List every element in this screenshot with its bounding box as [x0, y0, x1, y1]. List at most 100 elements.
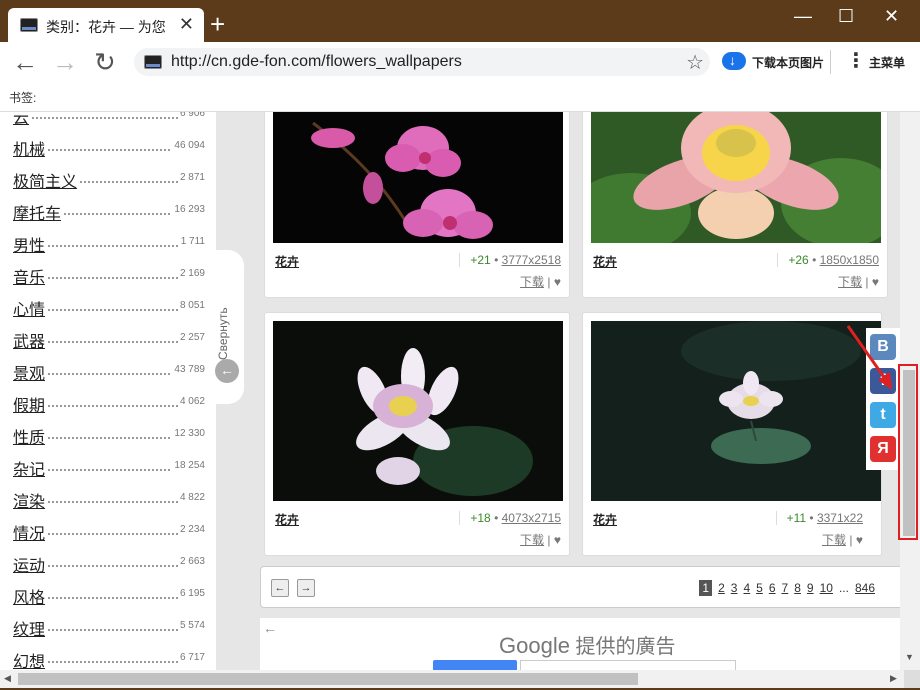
sidebar-category[interactable]: 景观 43 789	[13, 360, 205, 384]
card-category-link[interactable]: 花卉	[593, 511, 617, 528]
page-link[interactable]: 3	[731, 581, 738, 595]
page-link[interactable]: 2	[718, 581, 725, 595]
card-resolution-link[interactable]: 4073x2715	[502, 511, 561, 525]
actions-separator: |	[547, 533, 551, 547]
sidebar-category[interactable]: 风格 6 195	[13, 584, 205, 608]
new-tab-button[interactable]: +	[210, 10, 225, 38]
wallpaper-thumbnail[interactable]	[591, 321, 881, 501]
scroll-left-icon[interactable]: ◀	[4, 673, 11, 684]
url-text[interactable]: http://cn.gde-fon.com/flowers_wallpapers	[171, 53, 462, 71]
wallpaper-thumbnail[interactable]	[273, 112, 563, 243]
card-resolution-link[interactable]: 3777x2518	[502, 253, 561, 267]
ad-back-icon[interactable]: ←	[263, 620, 277, 636]
page-link[interactable]: 4	[743, 581, 750, 595]
wallpaper-card[interactable]: 花卉 +18 • 4073x2715 下载 | ♥	[264, 312, 570, 556]
page-links: 1 2 3 4 5 6 7 8 9 10... 846	[693, 580, 875, 596]
sidebar-category[interactable]: 幻想 6 717	[13, 648, 205, 670]
sidebar-category[interactable]: 男性 1 711	[13, 232, 205, 256]
category-link[interactable]: 渲染	[13, 488, 48, 512]
heart-icon[interactable]: ♥	[554, 533, 561, 547]
sidebar-category[interactable]: 假期 4 062	[13, 392, 205, 416]
category-link[interactable]: 机械	[13, 136, 48, 160]
sidebar-category[interactable]: 武器 2 257	[13, 328, 205, 352]
bookmark-star-icon[interactable]: ☆	[686, 50, 704, 75]
card-category-link[interactable]: 花卉	[275, 511, 299, 528]
category-link[interactable]: 纹理	[13, 616, 48, 640]
card-download-link[interactable]: 下载	[520, 275, 544, 289]
category-link[interactable]: 摩托车	[13, 200, 64, 224]
card-category-link[interactable]: 花卉	[593, 253, 617, 270]
category-link[interactable]: 极简主义	[13, 168, 80, 192]
sidebar-category[interactable]: 情况 2 234	[13, 520, 205, 544]
scroll-right-icon[interactable]: ▶	[890, 673, 897, 684]
category-link[interactable]: 心情	[13, 296, 48, 320]
category-link[interactable]: 武器	[13, 328, 48, 352]
horizontal-scrollbar[interactable]: ◀ ▶	[0, 670, 904, 688]
category-link[interactable]: 性质	[13, 424, 48, 448]
card-actions: 下载 | ♥	[822, 531, 863, 548]
next-page-button[interactable]: →	[297, 579, 315, 597]
category-link[interactable]: 云	[13, 112, 32, 128]
close-window-button[interactable]: ✕	[884, 6, 899, 27]
category-link[interactable]: 音乐	[13, 264, 48, 288]
collapse-arrow-icon[interactable]: ←	[215, 359, 239, 383]
wallpaper-thumbnail[interactable]	[273, 321, 563, 501]
page-link[interactable]: 5	[756, 581, 763, 595]
wallpaper-card[interactable]: 花卉 +21 • 3777x2518 下载 | ♥	[264, 112, 570, 298]
category-link[interactable]: 杂记	[13, 456, 48, 480]
page-link[interactable]: 8	[794, 581, 801, 595]
card-download-link[interactable]: 下载	[520, 533, 544, 547]
forward-button[interactable]: →	[52, 48, 78, 76]
page-link[interactable]: 10	[820, 581, 833, 595]
scroll-down-icon[interactable]: ▼	[905, 652, 914, 662]
sidebar-category[interactable]: 性质 12 330	[13, 424, 205, 448]
heart-icon[interactable]: ♥	[856, 533, 863, 547]
reload-button[interactable]: ↻	[94, 48, 116, 76]
wallpaper-card[interactable]: 花卉 +11 • 3371x22 下载 | ♥	[582, 312, 882, 556]
sidebar-category[interactable]: 运动 2 663	[13, 552, 205, 576]
card-download-link[interactable]: 下载	[838, 275, 862, 289]
horizontal-scroll-thumb[interactable]	[18, 673, 638, 685]
sidebar-category[interactable]: 机械 46 094	[13, 136, 205, 160]
page-content: 云6 906 机械 46 094 极简主义 2 871 摩托车 16 293 男性 1 711 音…	[0, 112, 904, 670]
heart-icon[interactable]: ♥	[872, 275, 879, 289]
sidebar-category[interactable]: 心情 8 051	[13, 296, 205, 320]
ad-input-box[interactable]	[520, 660, 736, 670]
tab-close-icon[interactable]: ✕	[179, 14, 194, 35]
card-resolution-link[interactable]: 1850x1850	[820, 253, 879, 267]
address-bar[interactable]: http://cn.gde-fon.com/flowers_wallpapers…	[134, 48, 710, 76]
card-download-link[interactable]: 下载	[822, 533, 846, 547]
category-link[interactable]: 男性	[13, 232, 48, 256]
sidebar-category[interactable]: 纹理 5 574	[13, 616, 205, 640]
ad-button[interactable]	[433, 660, 517, 670]
category-link[interactable]: 幻想	[13, 648, 48, 670]
back-button[interactable]: ←	[12, 48, 38, 76]
wallpaper-thumbnail[interactable]	[591, 112, 881, 243]
sidebar-category[interactable]: 摩托车 16 293	[13, 200, 205, 224]
browser-tab[interactable]: 类别：花卉 — 为您 ✕	[8, 8, 204, 42]
maximize-button[interactable]: ☐	[838, 6, 854, 27]
category-link[interactable]: 景观	[13, 360, 48, 384]
sidebar-category[interactable]: 极简主义 2 871	[13, 168, 205, 192]
page-link[interactable]: 7	[782, 581, 789, 595]
minimize-button[interactable]: —	[794, 6, 812, 27]
card-resolution-link[interactable]: 3371x22	[817, 511, 863, 525]
category-link[interactable]: 运动	[13, 552, 48, 576]
current-page[interactable]: 1	[699, 580, 713, 596]
sidebar-category[interactable]: 云 6 906	[13, 112, 205, 128]
sidebar-category[interactable]: 音乐 2 169	[13, 264, 205, 288]
wallpaper-card[interactable]: 花卉 +26 • 1850x1850 下载 | ♥	[582, 112, 888, 298]
category-link[interactable]: 风格	[13, 584, 48, 608]
category-link[interactable]: 假期	[13, 392, 48, 416]
last-page-link[interactable]: 846	[855, 581, 875, 595]
page-link[interactable]: 6	[769, 581, 776, 595]
heart-icon[interactable]: ♥	[554, 275, 561, 289]
sidebar-category[interactable]: 杂记 18 254	[13, 456, 205, 480]
yandex-icon[interactable]: Я	[870, 436, 896, 462]
sidebar-category[interactable]: 渲染 4 822	[13, 488, 205, 512]
prev-page-button[interactable]: ←	[271, 579, 289, 597]
card-category-link[interactable]: 花卉	[275, 253, 299, 270]
category-link[interactable]: 情况	[13, 520, 48, 544]
page-link[interactable]: 9	[807, 581, 814, 595]
twitter-icon[interactable]: t	[870, 402, 896, 428]
